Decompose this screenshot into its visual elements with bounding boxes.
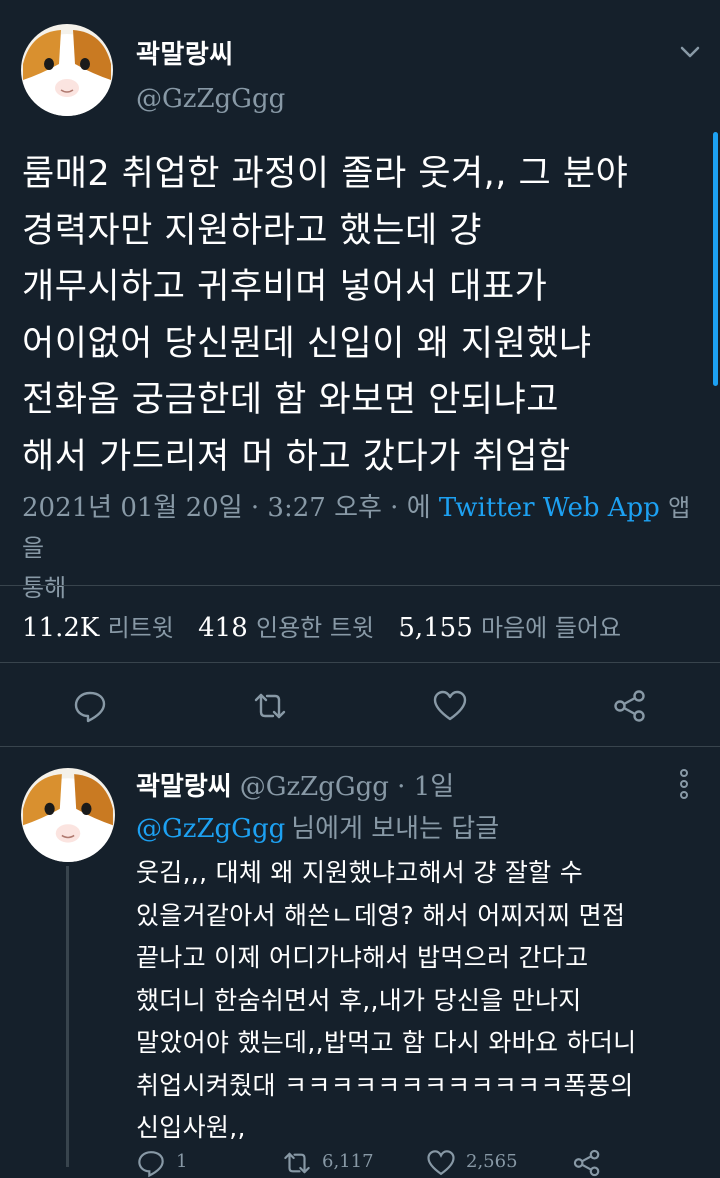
reply-icon bbox=[138, 1151, 164, 1178]
thread-line bbox=[66, 866, 69, 1167]
chevron-down-icon[interactable] bbox=[676, 38, 704, 66]
tweet-timestamp[interactable]: 2021년 01월 20일 · 3:27 오후 · 에 bbox=[22, 493, 431, 523]
reply-text: 웃김,,, 대체 왜 지원했냐고해서 걍 잘할 수 있을거같아서 해쓴ㄴ데영? … bbox=[136, 858, 637, 1142]
replying-to: @GzZgGgg 님에게 보내는 답글 bbox=[136, 808, 499, 845]
author-avatar[interactable] bbox=[21, 24, 113, 116]
retweet-icon[interactable] bbox=[252, 688, 288, 724]
more-options-icon[interactable] bbox=[672, 766, 696, 802]
reply-like-button[interactable]: 2,565 bbox=[426, 1148, 518, 1178]
retweet-icon bbox=[284, 1152, 310, 1174]
like-icon[interactable] bbox=[432, 688, 468, 724]
like-label[interactable]: 마음에 들어요 bbox=[481, 614, 621, 642]
replying-to-handle[interactable]: @GzZgGgg bbox=[136, 814, 285, 844]
reply-header: 곽말랑씨 @GzZgGgg · 1일 bbox=[136, 766, 454, 803]
quote-count[interactable]: 418 bbox=[198, 613, 248, 643]
reply-icon[interactable] bbox=[72, 688, 108, 724]
retweet-label[interactable]: 리트윗 bbox=[108, 614, 174, 642]
tweet-meta: 2021년 01월 20일 · 3:27 오후 · 에 Twitter Web … bbox=[22, 488, 702, 608]
share-icon[interactable] bbox=[612, 688, 648, 724]
guinea-pig-avatar-image bbox=[21, 24, 113, 116]
reply-author-avatar[interactable] bbox=[21, 768, 115, 862]
share-icon bbox=[573, 1149, 600, 1177]
author-name[interactable]: 곽말랑씨 bbox=[136, 34, 234, 71]
scrollbar-thumb[interactable] bbox=[713, 132, 718, 386]
reply-author-name[interactable]: 곽말랑씨 bbox=[136, 772, 232, 802]
author-handle[interactable]: @GzZgGgg bbox=[136, 84, 285, 114]
reply-reply-count: 1 bbox=[176, 1151, 188, 1172]
tweet-stats: 11.2K 리트윗 418 인용한 트윗 5,155 마음에 들어요 bbox=[22, 608, 637, 643]
like-icon bbox=[427, 1150, 455, 1176]
guinea-pig-avatar-image bbox=[21, 768, 115, 862]
divider bbox=[0, 662, 720, 663]
quote-label[interactable]: 인용한 트윗 bbox=[256, 614, 374, 642]
reply-like-count: 2,565 bbox=[466, 1151, 518, 1172]
reply-retweet-count: 6,117 bbox=[322, 1151, 374, 1172]
divider bbox=[0, 585, 720, 586]
tweet-source-link[interactable]: Twitter Web App bbox=[439, 493, 660, 523]
like-count[interactable]: 5,155 bbox=[398, 613, 472, 643]
reply-author-handle[interactable]: @GzZgGgg · 1일 bbox=[240, 772, 455, 802]
tweet-text: 룸매2 취업한 과정이 졸라 웃겨,, 그 분야 경력자만 지원하라고 했는데 … bbox=[22, 154, 629, 477]
reply-share-button[interactable] bbox=[572, 1148, 602, 1178]
retweet-count[interactable]: 11.2K bbox=[22, 613, 99, 643]
divider bbox=[0, 746, 720, 747]
replying-to-text: 님에게 보내는 답글 bbox=[291, 814, 500, 844]
reply-reply-button[interactable]: 1 bbox=[136, 1148, 187, 1178]
reply-retweet-button[interactable]: 6,117 bbox=[282, 1148, 374, 1178]
